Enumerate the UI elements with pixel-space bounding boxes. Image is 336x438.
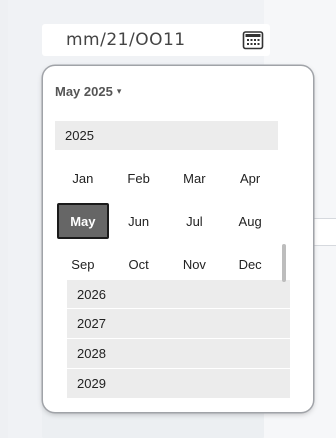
month-jul[interactable]: Jul xyxy=(167,203,223,239)
month-picker-popup: May 2025 ▾ 2025 Jan Feb Mar Apr May Jun … xyxy=(43,66,313,412)
app-stage: mm/21/OO11 May 2025 ▾ 2025 Jan Feb Mar A… xyxy=(0,0,336,438)
month-sep[interactable]: Sep xyxy=(55,246,111,282)
month-jan[interactable]: Jan xyxy=(55,160,111,196)
scrollbar-thumb[interactable] xyxy=(282,244,286,282)
month-oct[interactable]: Oct xyxy=(111,246,167,282)
date-input-field[interactable]: mm/21/OO11 xyxy=(42,24,270,56)
caret-down-icon[interactable]: ▾ xyxy=(117,86,122,97)
month-year-dropdown[interactable]: May 2025 ▾ xyxy=(55,84,121,99)
year-label: 2027 xyxy=(77,316,106,331)
year-row-current[interactable]: 2025 xyxy=(55,121,278,151)
year-label: 2025 xyxy=(65,128,94,143)
month-jun[interactable]: Jun xyxy=(111,203,167,239)
year-label: 2028 xyxy=(77,346,106,361)
month-aug[interactable]: Aug xyxy=(222,203,278,239)
month-grid: Jan Feb Mar Apr May Jun Jul Aug Sep Oct … xyxy=(55,160,278,282)
date-input-value[interactable]: mm/21/OO11 xyxy=(66,30,186,50)
year-row[interactable]: 2028 xyxy=(67,339,290,369)
year-label: 2026 xyxy=(77,286,106,302)
year-row[interactable]: 2026 xyxy=(67,280,290,309)
month-mar[interactable]: Mar xyxy=(167,160,223,196)
month-nov[interactable]: Nov xyxy=(167,246,223,282)
month-year-label[interactable]: May 2025 xyxy=(55,84,113,99)
month-apr[interactable]: Apr xyxy=(222,160,278,196)
month-may-selected[interactable]: May xyxy=(57,203,109,239)
month-dec[interactable]: Dec xyxy=(222,246,278,282)
year-label: 2029 xyxy=(77,376,106,391)
year-row[interactable]: 2029 xyxy=(67,369,290,399)
calendar-icon[interactable] xyxy=(242,30,264,50)
year-list: 2026 2027 2028 2029 xyxy=(55,280,290,399)
month-feb[interactable]: Feb xyxy=(111,160,167,196)
year-row[interactable]: 2027 xyxy=(67,309,290,339)
